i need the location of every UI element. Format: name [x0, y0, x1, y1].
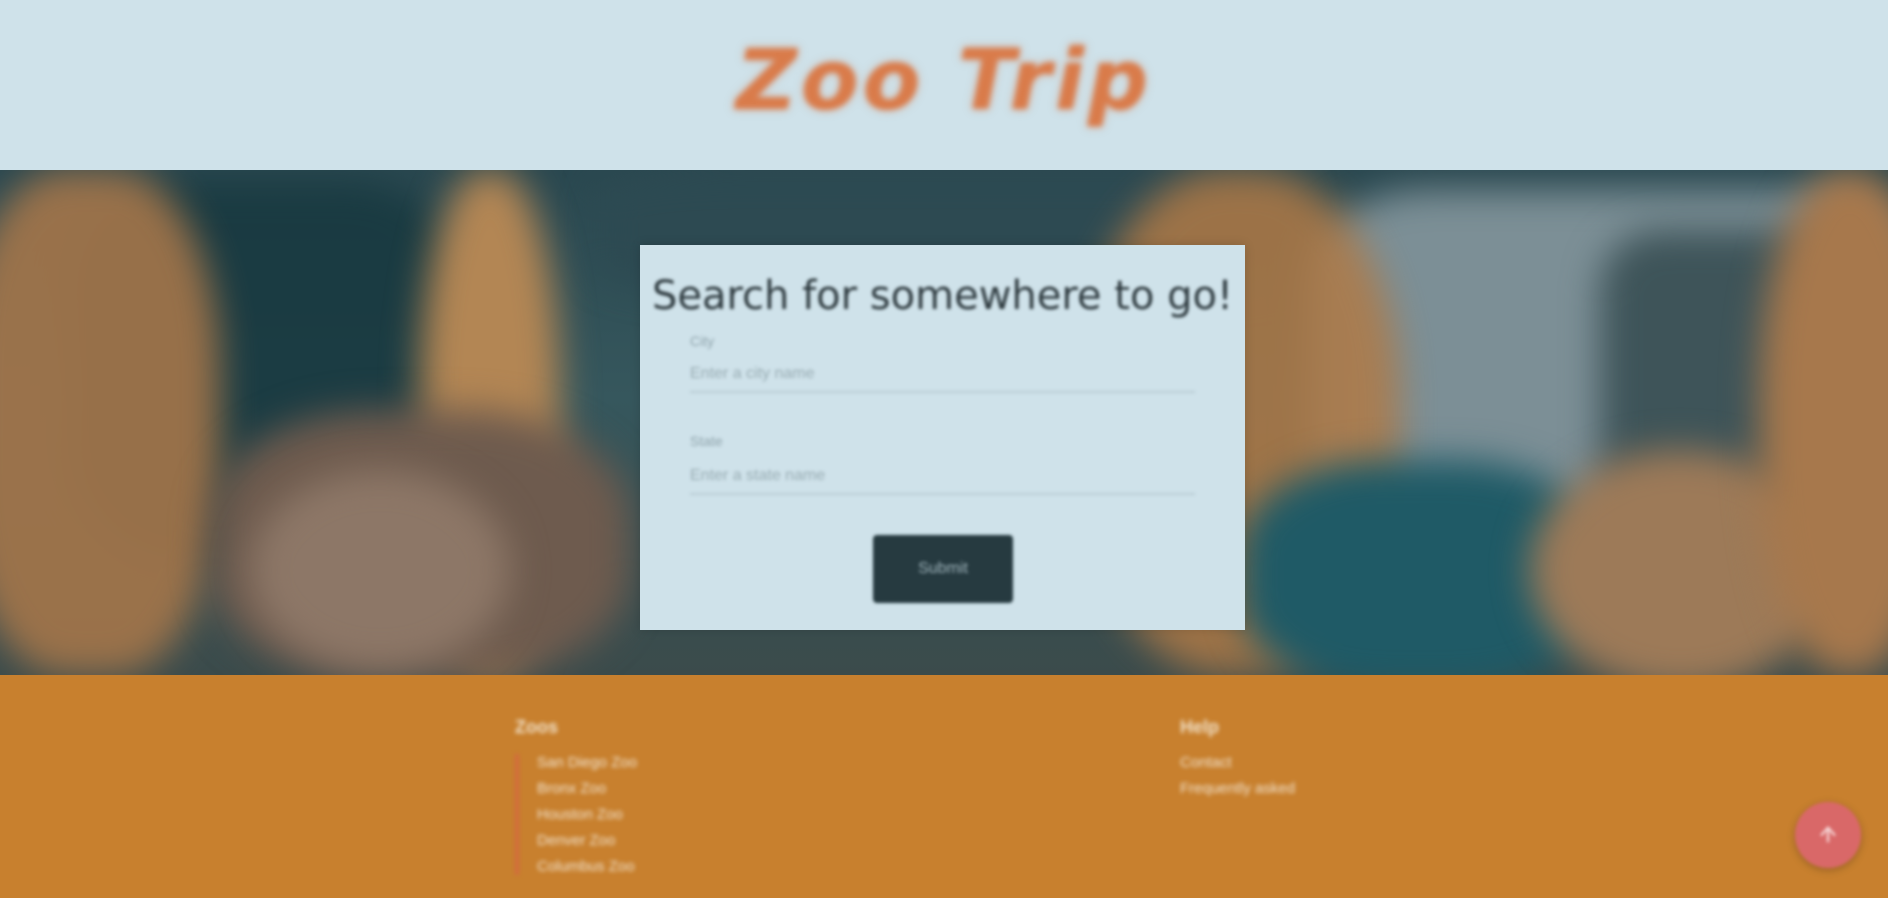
hero-image-region	[250, 470, 510, 670]
arrow-up-icon	[1817, 823, 1839, 848]
site-header: Zoo Trip	[0, 0, 1888, 170]
submit-button[interactable]: Submit	[873, 535, 1013, 603]
footer-help-column: Help Contact Frequently asked	[1180, 717, 1295, 806]
footer-link[interactable]: Columbus Zoo	[537, 858, 637, 875]
city-field-label: City	[690, 333, 715, 349]
footer-link[interactable]: Houston Zoo	[537, 806, 637, 823]
footer-link[interactable]: San Diego Zoo	[537, 754, 637, 771]
footer-link[interactable]: Frequently asked	[1180, 780, 1295, 797]
search-card: Search for somewhere to go! City State S…	[640, 245, 1245, 630]
footer-heading: Help	[1180, 717, 1220, 737]
footer-heading: Zoos	[515, 717, 558, 737]
state-field-label: State	[690, 433, 723, 449]
state-input[interactable]	[690, 459, 1195, 495]
scroll-top-button[interactable]	[1795, 802, 1861, 868]
footer-link-list: Contact Frequently asked	[1180, 754, 1295, 797]
site-logo[interactable]: Zoo Trip	[736, 31, 1152, 129]
footer-zoos-column: Zoos San Diego Zoo Bronx Zoo Houston Zoo…	[515, 717, 637, 884]
search-title: Search for somewhere to go!	[651, 273, 1234, 319]
city-input[interactable]	[690, 357, 1195, 393]
footer-link[interactable]: Bronx Zoo	[537, 780, 637, 797]
hero-image-region	[0, 170, 220, 675]
footer-link-list: San Diego Zoo Bronx Zoo Houston Zoo Denv…	[515, 754, 637, 875]
footer-link[interactable]: Denver Zoo	[537, 832, 637, 849]
footer-link[interactable]: Contact	[1180, 754, 1295, 771]
site-footer: Zoos San Diego Zoo Bronx Zoo Houston Zoo…	[0, 675, 1888, 898]
